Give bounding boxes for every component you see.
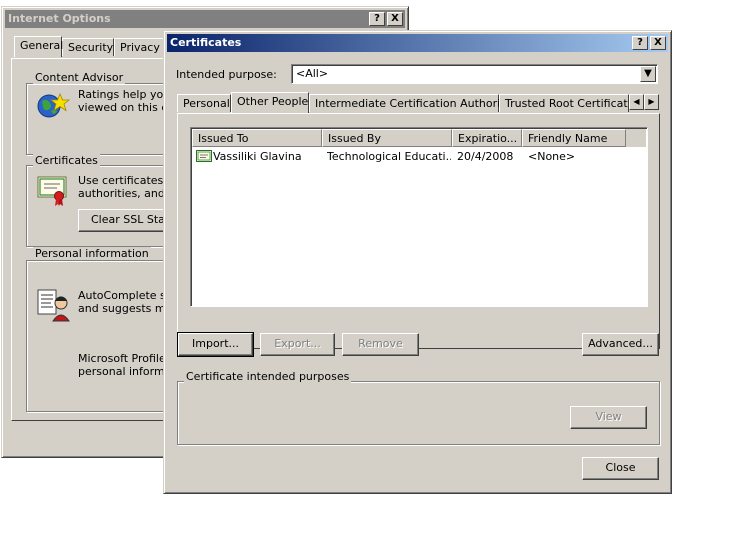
intended-purpose-select[interactable]: <All> ▼ <box>291 64 658 84</box>
column-issued-by[interactable]: Issued By <box>322 129 452 147</box>
advanced-button[interactable]: Advanced... <box>582 333 659 356</box>
internet-options-titlebar: Internet Options ? X <box>5 10 405 28</box>
cell-friendly-name: <None> <box>528 150 576 163</box>
list-header: Issued To Issued By Expiratio... Friendl… <box>192 129 646 147</box>
globe-star-icon <box>36 91 71 124</box>
certificates-titlebar: Certificates ? X <box>167 34 668 52</box>
profile-text-1: Microsoft Profile A <box>78 352 177 365</box>
column-expiration[interactable]: Expiratio... <box>452 129 522 147</box>
cell-issued-by: Technological Educati... <box>327 150 451 163</box>
certificate-row-icon <box>196 149 212 166</box>
internet-options-tabs: General Security Privacy <box>14 36 184 60</box>
cell-expiration: 20/4/2008 <box>457 150 514 163</box>
tab-scroll-right-icon[interactable]: ▶ <box>644 94 659 110</box>
certificates-group-title: Certificates <box>33 154 100 167</box>
tab-trusted-root[interactable]: Trusted Root Certification <box>499 94 629 112</box>
certificates-dialog: Certificates ? X Intended purpose: <All>… <box>163 30 672 494</box>
remove-button[interactable]: Remove <box>342 333 419 356</box>
intended-purposes-title: Certificate intended purposes <box>184 370 352 383</box>
certificates-dialog-title: Certificates <box>170 36 242 49</box>
view-button[interactable]: View <box>570 406 647 429</box>
close-icon[interactable]: X <box>650 36 666 50</box>
tab-scroll-left-icon[interactable]: ◀ <box>629 94 644 110</box>
tab-other-people[interactable]: Other People <box>231 92 309 113</box>
personal-information-group <box>26 260 168 412</box>
autocomplete-icon <box>36 287 70 326</box>
tab-personal[interactable]: Personal <box>177 94 231 112</box>
close-icon[interactable]: X <box>387 12 403 26</box>
certificates-tabs: Personal Other People Intermediate Certi… <box>177 92 659 114</box>
table-row[interactable]: Vassiliki Glavina Technological Educati.… <box>192 149 646 165</box>
import-button[interactable]: Import... <box>177 332 254 357</box>
tab-intermediate-authorities[interactable]: Intermediate Certification Authorities <box>309 94 520 112</box>
tab-general[interactable]: General <box>14 36 63 57</box>
chevron-down-icon[interactable]: ▼ <box>640 66 656 82</box>
help-icon[interactable]: ? <box>632 36 648 50</box>
certificate-icon <box>37 175 69 210</box>
close-button[interactable]: Close <box>582 457 659 480</box>
help-icon[interactable]: ? <box>369 12 385 26</box>
cell-issued-to: Vassiliki Glavina <box>213 150 302 163</box>
personal-information-title: Personal information <box>33 247 151 260</box>
content-advisor-title: Content Advisor <box>33 71 126 84</box>
intended-purpose-label: Intended purpose: <box>176 68 277 81</box>
export-button[interactable]: Export... <box>260 333 335 356</box>
column-issued-to[interactable]: Issued To <box>192 129 322 147</box>
internet-options-title: Internet Options <box>8 12 111 25</box>
column-friendly-name[interactable]: Friendly Name <box>522 129 626 147</box>
tab-privacy[interactable]: Privacy <box>114 38 164 56</box>
certificates-list[interactable]: Issued To Issued By Expiratio... Friendl… <box>190 127 648 307</box>
tab-security[interactable]: Security <box>62 38 114 56</box>
